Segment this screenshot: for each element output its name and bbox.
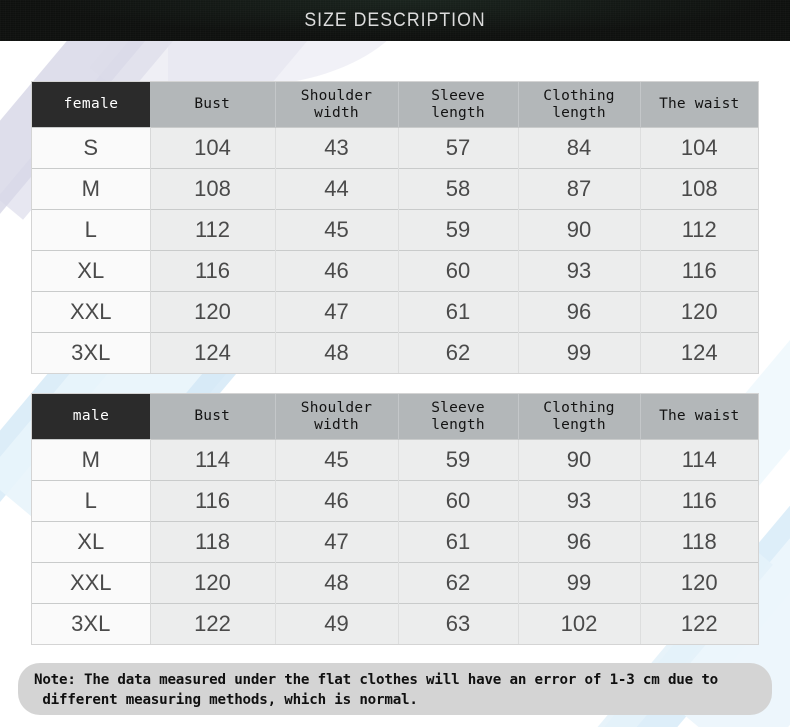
table-row: 3XL 122 49 63 102 122 (32, 603, 758, 644)
cell-size: XXL (32, 562, 151, 604)
cell-bust: 120 (150, 562, 276, 604)
cell-shoulder: 46 (275, 480, 399, 522)
table-row: S 104 43 57 84 104 (32, 127, 758, 169)
column-header-shoulder-width: Shoulder width (275, 394, 399, 440)
column-header-bust: Bust (150, 394, 276, 440)
cell-size: L (32, 480, 151, 522)
cell-bust: 122 (150, 603, 276, 644)
cell-clothing: 99 (518, 562, 641, 604)
cell-shoulder: 43 (275, 127, 399, 169)
cell-clothing: 99 (518, 332, 641, 373)
cell-clothing: 87 (518, 168, 641, 210)
cell-bust: 116 (150, 480, 276, 522)
size-table-female: female Bust Shoulder width Sleeve length C… (32, 82, 758, 373)
cell-sleeve: 63 (398, 603, 519, 644)
cell-bust: 116 (150, 250, 276, 292)
table-row: XL 118 47 61 96 118 (32, 521, 758, 563)
column-header-clothing-length: Clothing length (518, 394, 641, 440)
table-header-row: male Bust Shoulder width Sleeve length Clo… (32, 394, 758, 440)
cell-sleeve: 59 (398, 439, 519, 481)
cell-clothing: 96 (518, 521, 641, 563)
cell-size: M (32, 439, 151, 481)
cell-waist: 108 (640, 168, 758, 210)
cell-shoulder: 47 (275, 521, 399, 563)
cell-size: S (32, 127, 151, 169)
cell-waist: 116 (640, 480, 758, 522)
cell-bust: 118 (150, 521, 276, 563)
cell-shoulder: 47 (275, 291, 399, 333)
table-corner-label-male: male (32, 394, 150, 440)
cell-size: XXL (32, 291, 151, 333)
cell-shoulder: 45 (275, 439, 399, 481)
column-header-sleeve-length: Sleeve length (398, 394, 519, 440)
cell-sleeve: 60 (398, 480, 519, 522)
table-header-row: female Bust Shoulder width Sleeve length C… (32, 82, 758, 128)
cell-waist: 114 (640, 439, 758, 481)
column-header-bust: Bust (150, 82, 276, 128)
cell-bust: 120 (150, 291, 276, 333)
cell-clothing: 90 (518, 439, 641, 481)
table-row: XXL 120 47 61 96 120 (32, 291, 758, 333)
cell-size: M (32, 168, 151, 210)
cell-clothing: 90 (518, 209, 641, 251)
table-row: L 116 46 60 93 116 (32, 480, 758, 522)
cell-sleeve: 60 (398, 250, 519, 292)
cell-clothing: 102 (518, 603, 641, 644)
cell-shoulder: 48 (275, 332, 399, 373)
measurement-note-text: Note: The data measured under the flat c… (34, 672, 719, 708)
cell-waist: 120 (640, 291, 758, 333)
table-row: 3XL 124 48 62 99 124 (32, 332, 758, 373)
cell-size: 3XL (32, 603, 151, 644)
cell-waist: 116 (640, 250, 758, 292)
cell-clothing: 93 (518, 480, 641, 522)
cell-shoulder: 44 (275, 168, 399, 210)
measurement-note-box: Note: The data measured under the flat c… (18, 663, 772, 715)
cell-waist: 122 (640, 603, 758, 644)
cell-size: XL (32, 250, 151, 292)
cell-size: 3XL (32, 332, 151, 373)
column-header-clothing-length: Clothing length (518, 82, 641, 128)
cell-size: L (32, 209, 151, 251)
cell-waist: 118 (640, 521, 758, 563)
cell-shoulder: 46 (275, 250, 399, 292)
table-row: M 108 44 58 87 108 (32, 168, 758, 210)
table-row: M 114 45 59 90 114 (32, 439, 758, 481)
cell-shoulder: 49 (275, 603, 399, 644)
page-title-band: SIZE DESCRIPTION (0, 0, 790, 41)
column-header-sleeve-length: Sleeve length (398, 82, 519, 128)
cell-sleeve: 61 (398, 291, 519, 333)
table-row: L 112 45 59 90 112 (32, 209, 758, 251)
cell-bust: 124 (150, 332, 276, 373)
cell-waist: 104 (640, 127, 758, 169)
cell-bust: 114 (150, 439, 276, 481)
cell-waist: 112 (640, 209, 758, 251)
cell-waist: 124 (640, 332, 758, 373)
column-header-the-waist: The waist (640, 394, 758, 440)
cell-clothing: 93 (518, 250, 641, 292)
column-header-the-waist: The waist (640, 82, 758, 128)
cell-size: XL (32, 521, 151, 563)
cell-bust: 108 (150, 168, 276, 210)
cell-shoulder: 45 (275, 209, 399, 251)
cell-clothing: 84 (518, 127, 641, 169)
cell-shoulder: 48 (275, 562, 399, 604)
cell-sleeve: 62 (398, 562, 519, 604)
cell-sleeve: 59 (398, 209, 519, 251)
size-table-male: male Bust Shoulder width Sleeve length Clo… (32, 394, 758, 644)
cell-sleeve: 62 (398, 332, 519, 373)
cell-bust: 104 (150, 127, 276, 169)
cell-clothing: 96 (518, 291, 641, 333)
table-row: XL 116 46 60 93 116 (32, 250, 758, 292)
cell-sleeve: 57 (398, 127, 519, 169)
table-corner-label-female: female (32, 82, 150, 128)
cell-waist: 120 (640, 562, 758, 604)
cell-sleeve: 61 (398, 521, 519, 563)
cell-bust: 112 (150, 209, 276, 251)
column-header-shoulder-width: Shoulder width (275, 82, 399, 128)
page-title: SIZE DESCRIPTION (304, 10, 486, 31)
table-row: XXL 120 48 62 99 120 (32, 562, 758, 604)
cell-sleeve: 58 (398, 168, 519, 210)
